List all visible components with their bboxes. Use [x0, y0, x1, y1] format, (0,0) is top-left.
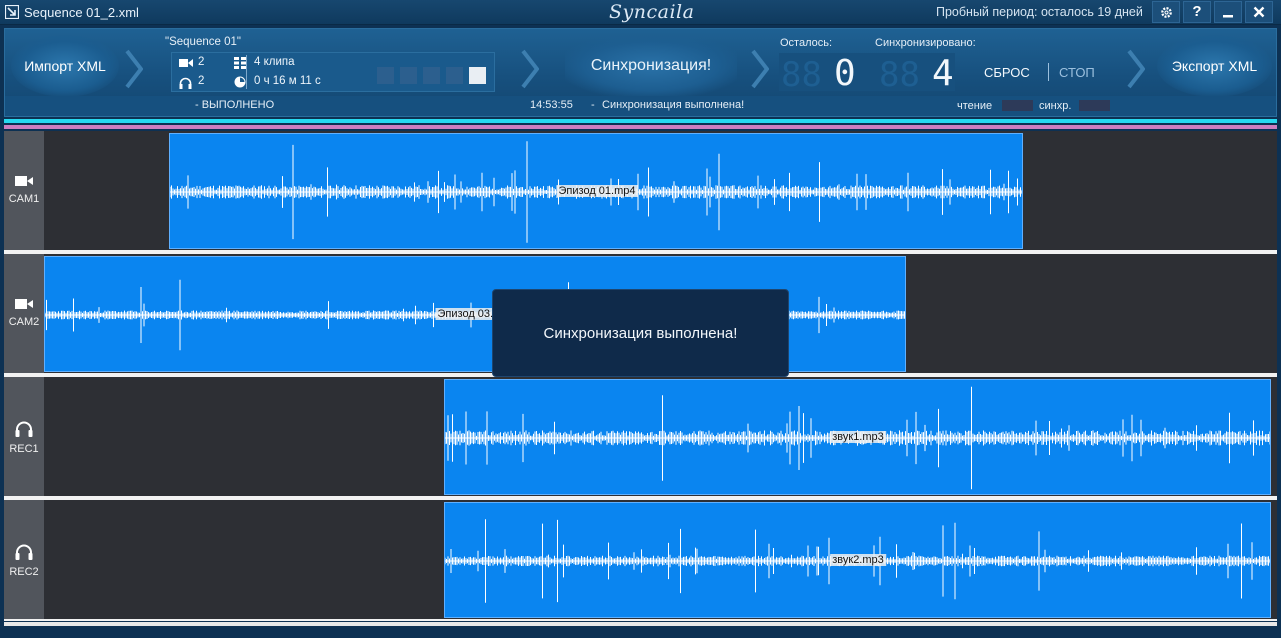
- video-camera-icon: [15, 299, 33, 309]
- audio-clip[interactable]: Эпизод 01.mp4: [169, 133, 1023, 249]
- remaining-label: Осталось:: [780, 37, 833, 49]
- timeline-stripe-cyan: [4, 119, 1277, 123]
- button-divider: [1048, 63, 1049, 81]
- video-track-count: 2: [198, 56, 205, 68]
- timeline-bottom-bar: [4, 622, 1277, 626]
- chevron-right-icon: [521, 49, 539, 89]
- minimize-icon: [1223, 15, 1233, 18]
- timeline-stripe-pink: [4, 125, 1277, 129]
- video-camera-icon: [15, 176, 33, 186]
- export-xml-button[interactable]: Экспорт XML: [1157, 35, 1272, 97]
- audio-clip[interactable]: звук2.mp3: [444, 502, 1271, 618]
- main-toolbar: Импорт XML "Sequence 01" 2 2 4 клипа 0 ч…: [4, 28, 1277, 117]
- track-cam1: CAM1 Эпизод 01.mp4: [4, 131, 1277, 250]
- clips-count: 4 клипа: [254, 56, 295, 68]
- status-time: 14:53:55: [530, 99, 573, 111]
- track-rec2: REC2 звук2.mp3: [4, 500, 1277, 619]
- track-name: REC2: [9, 566, 39, 578]
- minimize-button[interactable]: [1214, 1, 1242, 23]
- headphones-icon: [15, 421, 33, 437]
- clip-label: звук2.mp3: [830, 554, 886, 566]
- clip-label: звук1.mp3: [830, 431, 886, 443]
- clips-grid-icon: [234, 57, 246, 69]
- headphones-icon: [15, 544, 33, 560]
- track-rec1: REC1 звук1.mp3: [4, 377, 1277, 496]
- track-header[interactable]: REC2: [4, 500, 44, 619]
- video-camera-icon: [179, 59, 193, 67]
- counter-ghost-digits: 88: [879, 55, 920, 95]
- status-state: - ВЫПОЛНЕНО: [195, 99, 275, 111]
- track-name: CAM2: [8, 316, 40, 328]
- stats-divider: [246, 55, 247, 89]
- audio-clip[interactable]: звук1.mp3: [444, 379, 1271, 495]
- sync-complete-toast: Синхронизация выполнена!: [492, 289, 789, 377]
- track-header[interactable]: CAM2: [4, 254, 44, 373]
- track-name: REC1: [9, 443, 39, 455]
- sequence-name: "Sequence 01": [165, 36, 241, 48]
- read-progress-label: чтение: [957, 100, 993, 112]
- trial-period-text: Пробный период: осталось 19 дней: [936, 5, 1143, 19]
- window-title: Sequence 01_2.xml: [24, 5, 139, 20]
- sync-progress-bar: [1079, 100, 1110, 111]
- reset-button[interactable]: СБРОС: [984, 65, 1030, 80]
- remaining-counter: 0: [834, 53, 856, 94]
- track-header[interactable]: REC1: [4, 377, 44, 496]
- import-xml-button[interactable]: Импорт XML: [11, 35, 119, 97]
- gear-icon: [1160, 7, 1172, 18]
- progress-meter: [377, 67, 487, 85]
- chevron-right-icon: [1127, 49, 1145, 89]
- synchronized-label: Синхронизировано:: [875, 37, 976, 49]
- close-button[interactable]: [1245, 1, 1273, 23]
- track-header[interactable]: CAM1: [4, 131, 44, 250]
- chevron-right-icon: [125, 49, 143, 89]
- track-name: CAM1: [8, 193, 40, 205]
- synchronize-button[interactable]: Синхронизация!: [565, 35, 737, 97]
- clip-label: Эпизод 01.mp4: [556, 185, 638, 197]
- syncaila-window: Sequence 01_2.xml Syncaila Пробный перио…: [0, 0, 1281, 638]
- audio-track-count: 2: [198, 75, 205, 87]
- close-icon: [1253, 6, 1265, 18]
- chevron-right-icon: [751, 49, 769, 89]
- settings-button[interactable]: [1152, 1, 1180, 23]
- total-duration: 0 ч 16 м 11 с: [254, 75, 321, 87]
- read-progress-bar: [1002, 100, 1033, 111]
- counter-ghost-digits: 88: [781, 55, 822, 95]
- title-bar: Sequence 01_2.xml Syncaila Пробный перио…: [0, 0, 1281, 25]
- synchronized-counter: 4: [932, 53, 954, 94]
- status-dash: -: [591, 99, 595, 111]
- headphones-icon: [179, 77, 192, 89]
- app-icon: [5, 5, 19, 19]
- clock-icon: [234, 76, 246, 88]
- sync-progress-label: синхр.: [1039, 100, 1072, 112]
- syncaila-logo: Syncaila: [609, 1, 695, 23]
- stop-button[interactable]: СТОП: [1059, 65, 1095, 80]
- status-bar: - ВЫПОЛНЕНО 14:53:55 - Синхронизация вып…: [5, 96, 1276, 116]
- help-button[interactable]: ?: [1183, 1, 1211, 23]
- status-message: Синхронизация выполнена!: [602, 99, 745, 111]
